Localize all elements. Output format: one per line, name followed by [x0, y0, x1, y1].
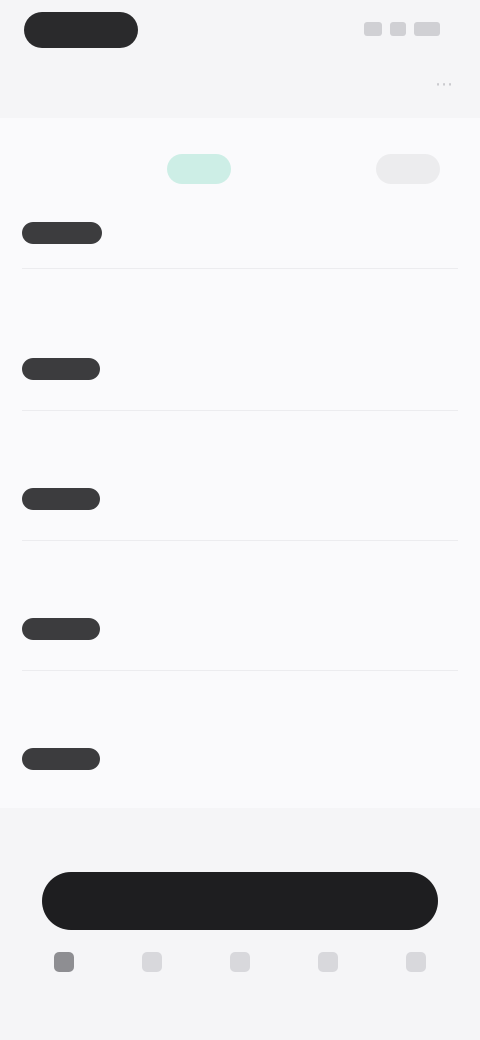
tab-profile[interactable]	[386, 940, 446, 1040]
list-item[interactable]	[0, 310, 480, 440]
list-item[interactable]	[0, 570, 480, 700]
section-divider	[22, 268, 458, 269]
chat-icon	[318, 952, 338, 972]
list-item[interactable]	[0, 440, 480, 570]
status-badge	[167, 154, 231, 184]
headline-value-pill	[22, 222, 102, 244]
row-value-pill	[22, 358, 100, 380]
headline-row	[22, 152, 440, 186]
main-content	[0, 118, 480, 808]
status-icons	[364, 22, 440, 36]
row-value-pill	[22, 488, 100, 510]
wifi-icon	[390, 22, 406, 36]
app-screen: ⋯	[0, 0, 480, 1040]
tab-add[interactable]	[210, 940, 270, 1040]
row-divider	[22, 540, 458, 541]
signal-icon	[364, 22, 382, 36]
nav-bar: ⋯	[0, 60, 480, 108]
primary-action-button[interactable]	[42, 872, 438, 930]
list-item[interactable]	[0, 700, 480, 830]
tab-home[interactable]	[34, 940, 94, 1040]
row-divider	[22, 670, 458, 671]
dynamic-island	[24, 12, 138, 48]
more-icon[interactable]: ⋯	[430, 70, 458, 98]
tab-bar	[0, 940, 480, 1040]
tab-chat[interactable]	[298, 940, 358, 1040]
add-icon	[230, 952, 250, 972]
tab-search[interactable]	[122, 940, 182, 1040]
row-value-pill	[22, 748, 100, 770]
home-icon	[54, 952, 74, 972]
profile-icon	[406, 952, 426, 972]
row-divider	[22, 410, 458, 411]
search-icon	[142, 952, 162, 972]
battery-icon	[414, 22, 440, 36]
status-bar	[0, 0, 480, 60]
secondary-badge	[376, 154, 440, 184]
row-value-pill	[22, 618, 100, 640]
